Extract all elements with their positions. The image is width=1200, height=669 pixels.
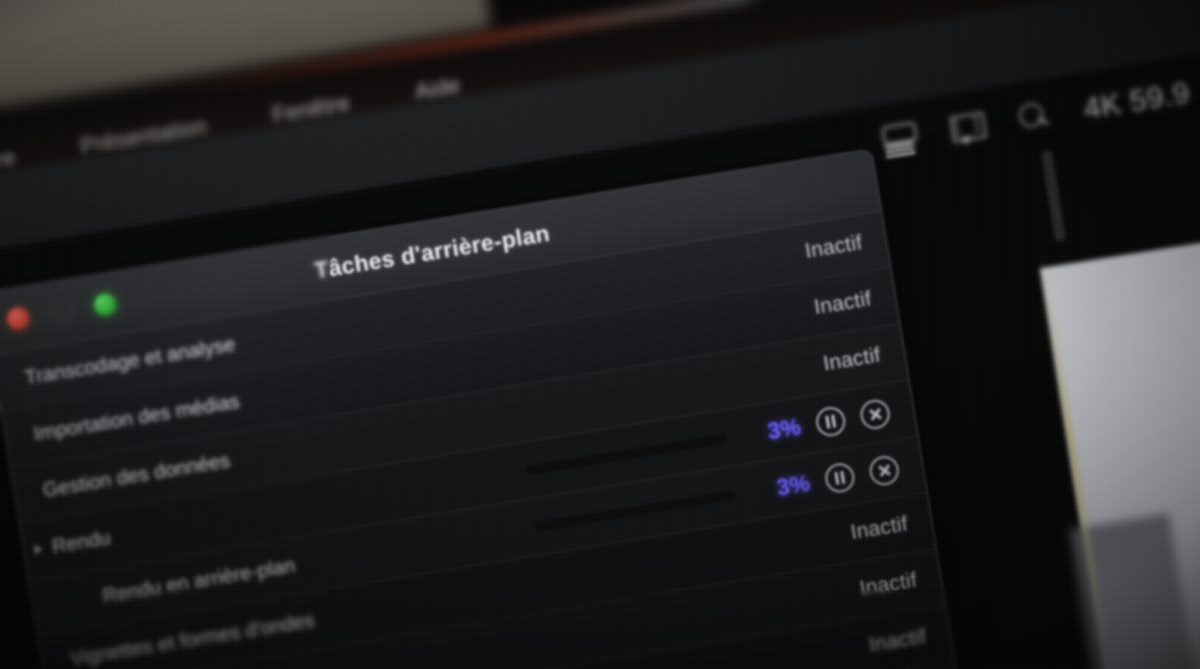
search-icon[interactable] (1014, 98, 1053, 137)
task-controls (814, 397, 892, 438)
minimize-button[interactable] (49, 299, 75, 325)
menu-item-0[interactable]: tre (0, 144, 17, 174)
cancel-icon[interactable] (867, 453, 901, 487)
photo-scene: tre Présentation Fenêtre Aide 4K 59.9 Tâ… (0, 0, 1200, 669)
clip-filmstrip-icon[interactable] (947, 109, 988, 148)
task-controls (823, 453, 901, 495)
task-status: Inactif (848, 512, 910, 545)
menu-item-fenetre[interactable]: Fenêtre (270, 90, 352, 128)
traffic-light-buttons (5, 291, 118, 332)
progress-bar (524, 432, 729, 477)
project-format-readout: 4K 59.9 (1081, 76, 1193, 126)
close-button[interactable] (5, 306, 31, 332)
zoom-button[interactable] (92, 291, 118, 318)
menu-item-aide[interactable]: Aide (413, 72, 462, 105)
menu-item-presentation[interactable]: Présentation (78, 113, 209, 159)
pause-icon[interactable] (823, 460, 857, 495)
cancel-icon[interactable] (858, 397, 892, 431)
progress-bar (533, 488, 738, 533)
task-status: Inactif (858, 568, 919, 601)
task-status: Inactif (821, 343, 883, 376)
index-list-icon[interactable] (880, 120, 919, 159)
task-status: Inactif (803, 230, 864, 263)
task-status: Inactif (867, 624, 928, 657)
pause-icon[interactable] (814, 404, 848, 438)
progress-percent: 3% (765, 412, 803, 444)
progress-percent: 3% (774, 468, 812, 500)
task-status: Inactif (812, 287, 873, 320)
disclosure-triangle-icon[interactable] (33, 543, 44, 556)
